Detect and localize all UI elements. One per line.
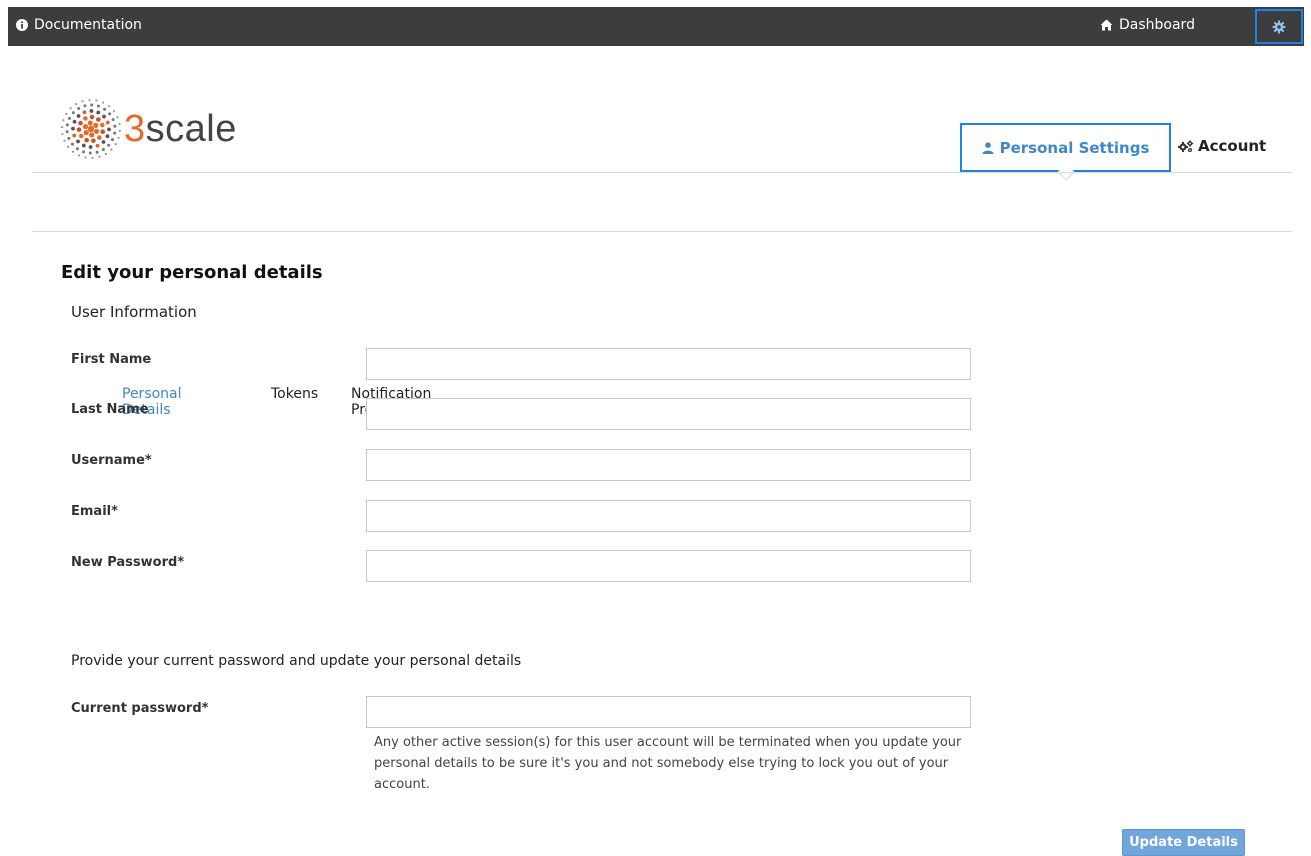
current-password-label: Current password* bbox=[71, 701, 209, 716]
subnav-tokens[interactable]: Tokens bbox=[271, 386, 318, 402]
user-information-heading: User Information bbox=[71, 303, 197, 321]
3scale-logo-mark bbox=[60, 98, 122, 160]
last-name-input[interactable] bbox=[366, 398, 971, 430]
page-title: Edit your personal details bbox=[61, 262, 323, 283]
subnav-divider bbox=[32, 231, 1292, 232]
email-label: Email* bbox=[71, 504, 118, 519]
username-input[interactable] bbox=[366, 449, 971, 481]
header-divider bbox=[32, 172, 1292, 173]
new-password-label: New Password* bbox=[71, 555, 185, 570]
first-name-label: First Name bbox=[71, 352, 152, 367]
new-password-input[interactable] bbox=[366, 550, 971, 582]
tab-account-label: Account bbox=[1198, 137, 1267, 155]
email-input[interactable] bbox=[366, 500, 971, 532]
user-icon bbox=[982, 141, 994, 154]
gears-icon bbox=[1178, 139, 1194, 152]
session-termination-hint: Any other active session(s) for this use… bbox=[374, 735, 962, 792]
first-name-input[interactable] bbox=[366, 348, 971, 380]
last-name-label: Last Name bbox=[71, 402, 149, 417]
top-navigation-bar: Documentation Dashboard bbox=[8, 7, 1304, 46]
settings-gear-button[interactable] bbox=[1255, 9, 1303, 44]
dashboard-label: Dashboard bbox=[1119, 17, 1195, 33]
3scale-logo[interactable]: 3scale bbox=[60, 98, 237, 160]
tab-personal-settings[interactable]: Personal Settings bbox=[960, 123, 1171, 181]
username-label: Username* bbox=[71, 453, 152, 468]
current-password-heading: Provide your current password and update… bbox=[71, 653, 522, 669]
info-icon bbox=[16, 19, 28, 31]
tab-account[interactable]: Account bbox=[1178, 137, 1266, 155]
current-password-input[interactable] bbox=[366, 696, 971, 728]
gear-icon bbox=[1272, 20, 1286, 33]
documentation-link[interactable]: Documentation bbox=[16, 17, 142, 33]
documentation-label: Documentation bbox=[34, 17, 142, 33]
update-details-button[interactable]: Update Details bbox=[1122, 829, 1245, 856]
logo-wordmark: 3scale bbox=[124, 108, 237, 150]
tab-personal-settings-label: Personal Settings bbox=[999, 138, 1150, 157]
home-icon bbox=[1100, 19, 1113, 31]
dashboard-link[interactable]: Dashboard bbox=[1100, 17, 1195, 33]
